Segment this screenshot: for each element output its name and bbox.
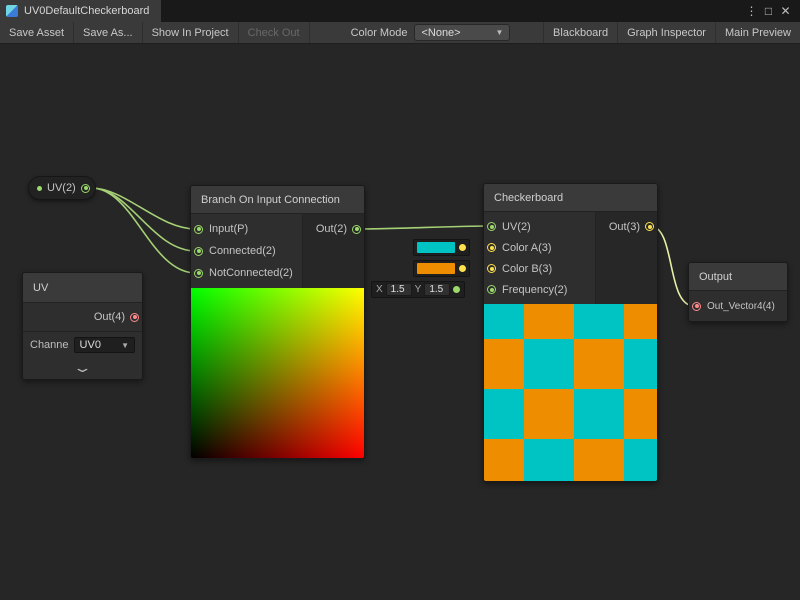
uv-node-title: UV [23,273,142,303]
frequency-y-label: Y [415,284,422,295]
notconnected-port[interactable] [194,269,203,278]
title-bar: UV0DefaultCheckerboard ⋮ □ ✕ [0,0,800,22]
color-b-label: Color B(3) [502,263,552,275]
color-b-field[interactable] [413,260,470,277]
uv-gradient-preview [191,288,364,458]
frequency-y-input[interactable]: 1.5 [424,283,450,296]
node-branch-on-input-connection[interactable]: Branch On Input Connection Input(P) Conn… [190,185,365,459]
notconnected-label: NotConnected(2) [209,267,293,279]
frequency-connector-icon [453,286,460,293]
port-dot-icon [37,186,42,191]
color-a-connector-icon [459,244,466,251]
checkerboard-out-port[interactable] [645,222,654,231]
window-controls: ⋮ □ ✕ [743,0,800,22]
branch-out-port[interactable] [352,225,361,234]
chevron-down-icon: ▼ [121,341,129,350]
node-output[interactable]: Output Out_Vector4(4) [688,262,788,322]
branch-node-title: Branch On Input Connection [191,186,364,214]
uv-redirect-label: UV(2) [47,182,76,194]
connected-port[interactable] [194,247,203,256]
save-as-button[interactable]: Save As... [74,22,143,43]
close-icon[interactable]: ✕ [777,4,794,18]
color-b-swatch[interactable] [417,263,455,274]
branch-out-label: Out(2) [316,223,347,235]
main-preview-toggle-button[interactable]: Main Preview [715,22,800,43]
input-p-label: Input(P) [209,223,248,235]
checkerboard-preview [484,304,657,481]
node-uv[interactable]: UV Out(4) Channe UV0 ▼ ⌄ [22,272,143,380]
color-b-connector-icon [459,265,466,272]
graph-canvas[interactable]: UV(2) Branch On Input Connection Input(P… [0,44,800,600]
color-a-field[interactable] [413,239,470,256]
show-in-project-button[interactable]: Show In Project [143,22,239,43]
maximize-icon[interactable]: □ [760,4,777,18]
graph-tab-title: UV0DefaultCheckerboard [24,5,149,17]
uv-out-label: Out(4) [94,311,125,323]
toolbar-right-group: Blackboard Graph Inspector Main Preview [543,22,800,43]
color-a-label: Color A(3) [502,242,552,254]
color-mode-label: Color Mode [344,22,415,43]
frequency-x-label: X [376,284,383,295]
frequency-field: X 1.5 Y 1.5 [371,281,465,298]
frequency-port[interactable] [487,285,496,294]
channel-value: UV0 [80,339,101,351]
output-node-title: Output [689,263,787,291]
connected-label: Connected(2) [209,245,276,257]
shader-graph-icon [6,5,18,17]
collapse-preview-button[interactable]: ⌄ [23,357,142,379]
color-mode-dropdown[interactable]: <None> ▼ [414,24,510,41]
edge-uv-to-notconnected[interactable] [91,188,196,273]
checkerboard-uv-port[interactable] [487,222,496,231]
color-b-port[interactable] [487,264,496,273]
edge-uv-to-input[interactable] [91,188,196,229]
checkerboard-node-title: Checkerboard [484,184,657,212]
output-port-row: Out_Vector4(4) [689,291,787,321]
channel-dropdown[interactable]: UV0 ▼ [74,337,135,353]
checkerboard-output-column: Out(3) [595,212,657,304]
node-checkerboard[interactable]: Checkerboard UV(2) Color A(3) Color B(3) [483,183,658,482]
channel-label: Channe [30,339,69,351]
node-uv-redirect[interactable]: UV(2) [28,176,96,200]
color-a-swatch[interactable] [417,242,455,253]
edge-uv-to-connected[interactable] [91,188,196,251]
blackboard-toggle-button[interactable]: Blackboard [543,22,617,43]
color-a-port[interactable] [487,243,496,252]
shader-graph-window: UV0DefaultCheckerboard ⋮ □ ✕ Save Asset … [0,0,800,600]
check-out-button[interactable]: Check Out [239,22,310,43]
menu-icon[interactable]: ⋮ [743,4,760,18]
checkerboard-out-label: Out(3) [609,221,640,233]
checkerboard-uv-label: UV(2) [502,221,531,233]
toolbar: Save Asset Save As... Show In Project Ch… [0,22,800,44]
branch-output-column: Out(2) [302,214,364,288]
uv-redirect-output-port[interactable] [81,184,90,193]
frequency-label: Frequency(2) [502,284,567,296]
input-p-port[interactable] [194,225,203,234]
save-asset-button[interactable]: Save Asset [0,22,74,43]
color-mode-value: <None> [421,27,460,39]
output-in-port[interactable] [692,302,701,311]
frequency-x-input[interactable]: 1.5 [386,283,412,296]
chevron-down-icon: ▼ [496,28,504,37]
output-port-label: Out_Vector4(4) [707,301,775,312]
graph-inspector-toggle-button[interactable]: Graph Inspector [617,22,715,43]
edge-branch-to-checkerboard[interactable] [357,226,490,229]
chevron-down-icon: ⌄ [72,363,93,373]
uv-out-port[interactable] [130,313,139,322]
graph-tab[interactable]: UV0DefaultCheckerboard [0,0,161,22]
